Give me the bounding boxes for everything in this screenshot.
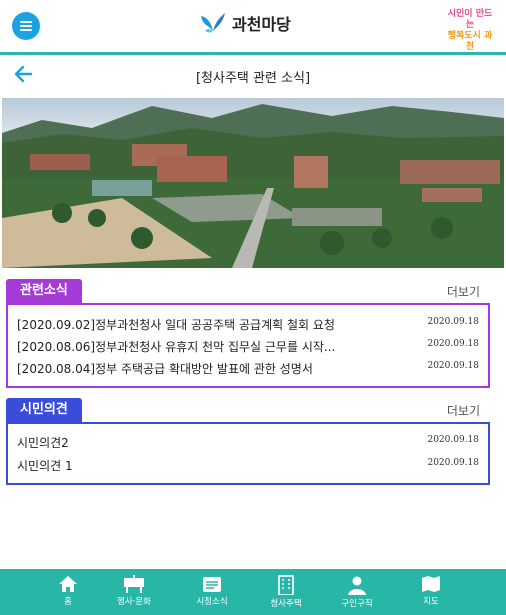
city-brand-logo: 시민이 만드는 행복도시 과천 [447, 9, 493, 52]
list-item[interactable]: [2020.08.06]정부과천청사 유휴지 천막 집무실 근무를 시작... … [17, 336, 479, 356]
nav-event-culture[interactable]: 행사·문화 [103, 575, 165, 611]
news-icon [203, 577, 221, 592]
citizen-opinion-more-link[interactable]: 더보기 [447, 402, 480, 419]
home-icon [59, 576, 77, 592]
related-news-list: [2020.09.02]정부과천청사 일대 공공주택 공급계획 철회 요청 20… [6, 303, 490, 388]
app-header: 과천마당 시민이 만드는 행복도시 과천 [0, 0, 506, 52]
butterfly-logo-icon [201, 13, 225, 33]
list-item[interactable]: [2020.09.02]정부과천청사 일대 공공주택 공급계획 철회 요청 20… [17, 314, 479, 334]
bottom-navigation: 홈 행사·문화 시정소식 청사주택 구인구직 지도 [0, 569, 506, 615]
related-news-tag: 관련소식 [6, 279, 82, 303]
person-icon [348, 576, 366, 595]
nav-map[interactable]: 지도 [400, 575, 462, 611]
app-title: 과천마당 [232, 15, 291, 34]
building-icon [278, 575, 294, 595]
related-news-more-link[interactable]: 더보기 [447, 283, 480, 300]
page-title: [청사주택 관련 소식] [195, 71, 311, 86]
complex-aerial-photo [2, 98, 504, 268]
event-icon [124, 575, 144, 593]
citizen-opinion-list: 시민의견2 2020.09.18 시민의견 1 2020.09.18 [6, 422, 490, 485]
list-item[interactable]: [2020.08.04]정부 주택공급 확대방안 발표에 관한 성명서 2020… [17, 358, 479, 378]
nav-home[interactable]: 홈 [37, 575, 99, 611]
nav-job-search[interactable]: 구인구직 [326, 575, 388, 611]
list-item[interactable]: 시민의견2 2020.09.18 [17, 432, 479, 452]
nav-government-housing[interactable]: 청사주택 [255, 575, 317, 611]
citizen-opinion-tag: 시민의견 [6, 398, 82, 422]
map-icon [422, 576, 440, 592]
list-item[interactable]: 시민의견 1 2020.09.18 [17, 455, 479, 475]
nav-city-news[interactable]: 시정소식 [181, 575, 243, 611]
app-logo[interactable]: 과천마당 [200, 10, 291, 36]
menu-button[interactable] [12, 12, 40, 40]
title-bar: [청사주택 관련 소식] [0, 55, 506, 95]
